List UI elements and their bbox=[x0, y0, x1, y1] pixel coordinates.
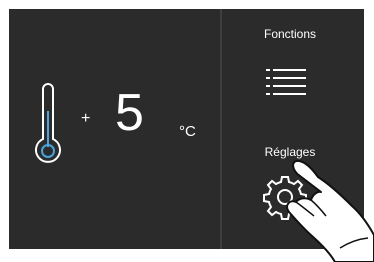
pointing-hand-icon bbox=[286, 159, 374, 262]
